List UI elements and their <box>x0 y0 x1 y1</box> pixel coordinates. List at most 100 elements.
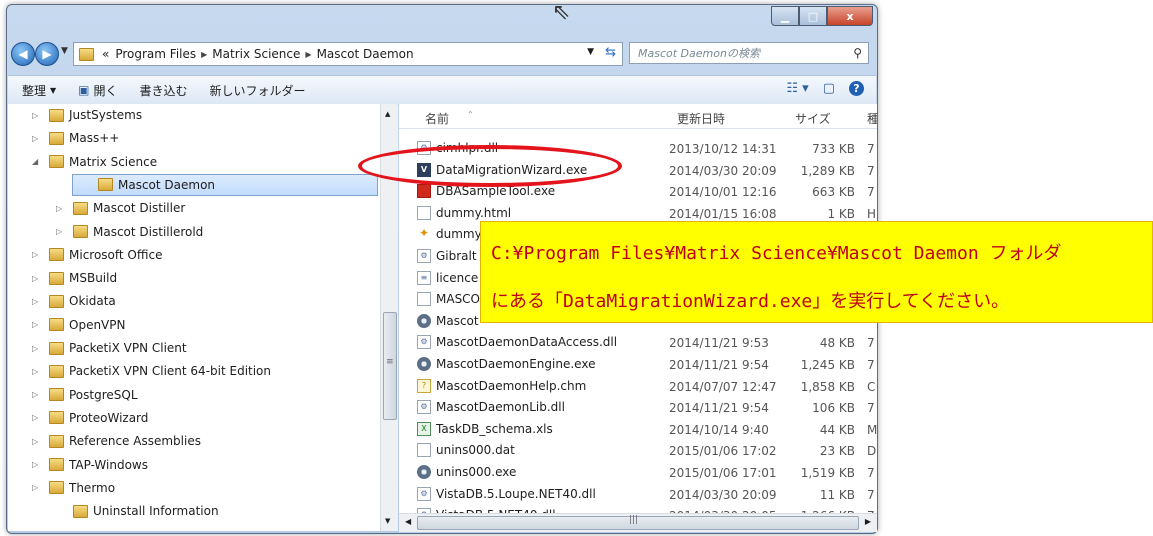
scroll-left-icon[interactable]: ◀ <box>405 517 411 526</box>
organize-button[interactable]: 整理 ▼ <box>22 82 56 99</box>
breadcrumb-program-files[interactable]: Program Files <box>115 47 196 61</box>
exe-red-icon <box>417 184 431 199</box>
close-button[interactable]: x <box>827 6 873 26</box>
tree-item[interactable]: ▷ Mascot Distiller <box>56 197 185 219</box>
tree-item[interactable]: ▷ Mass++ <box>32 127 119 149</box>
file-date: 2014/11/21 9:54 <box>669 358 769 372</box>
breadcrumb-overflow[interactable]: « <box>102 47 109 61</box>
open-button[interactable]: ▣ 開く <box>78 82 117 99</box>
address-dropdown-icon[interactable]: ▼ <box>587 47 594 57</box>
scroll-down-icon[interactable]: ▼ <box>385 517 390 525</box>
breadcrumb-mascot-daemon[interactable]: Mascot Daemon <box>317 47 414 61</box>
expand-icon[interactable]: ▷ <box>32 250 44 259</box>
preview-pane-icon[interactable]: ▢ <box>823 81 835 96</box>
expand-icon[interactable]: ▷ <box>32 344 44 353</box>
file-row[interactable]: unins000.dat 2015/01/06 17:02 23 KB D <box>399 440 877 462</box>
forward-button[interactable]: ▶ <box>35 42 59 66</box>
callout-line-2: にある「DataMigrationWizard.exe」を実行してください。 <box>491 291 1010 312</box>
expand-icon[interactable]: ▷ <box>56 227 68 236</box>
expand-icon[interactable]: ▷ <box>32 320 44 329</box>
expand-icon[interactable]: ▷ <box>32 437 44 446</box>
tree-item-label: TAP-Windows <box>69 457 148 472</box>
expand-icon[interactable]: ▷ <box>32 460 44 469</box>
mouse-cursor-icon: ⇖ <box>552 0 571 25</box>
file-name-cell: ⚙ MascotDaemonLib.dll <box>417 400 565 415</box>
expand-icon[interactable]: ▷ <box>56 204 68 213</box>
tree-item[interactable]: ▷ ProteoWizard <box>32 407 148 429</box>
tree-item[interactable]: Mascot Daemon <box>72 173 378 196</box>
column-name[interactable]: 名前 <box>425 110 449 127</box>
tree-item[interactable]: ▷ TAP-Windows <box>32 454 148 476</box>
file-size: 1,519 KB <box>800 466 855 480</box>
tree-item[interactable]: ▷ PostgreSQL <box>32 384 138 406</box>
callout-line-1: C:¥Program Files¥Matrix Science¥Mascot D… <box>491 243 1062 264</box>
column-size[interactable]: サイズ <box>795 110 831 127</box>
scroll-right-icon[interactable]: ▶ <box>865 517 871 526</box>
tree-item[interactable]: ▷ Okidata <box>32 290 116 312</box>
scroll-up-icon[interactable]: ▲ <box>385 110 390 118</box>
expand-icon[interactable]: ▷ <box>32 274 44 283</box>
file-row[interactable]: unins000.exe 2015/01/06 17:01 1,519 KB 7 <box>399 462 877 484</box>
file-list-hscrollbar[interactable]: ◀ ||| ▶ <box>399 513 877 532</box>
help-icon[interactable]: ? <box>849 81 864 96</box>
expanded-icon[interactable]: ◢ <box>32 157 44 166</box>
file-size: 48 KB <box>819 336 855 351</box>
tree-item-label: Reference Assemblies <box>69 434 201 449</box>
file-row[interactable]: ? MascotDaemonHelp.chm 2014/07/07 12:47 1,8… <box>399 376 877 398</box>
tree-item[interactable]: ▷ Microsoft Office <box>32 244 162 266</box>
chevron-right-icon[interactable]: ▶ <box>305 50 311 59</box>
column-date[interactable]: 更新日時 <box>677 110 725 127</box>
expand-icon[interactable]: ▷ <box>32 413 44 422</box>
tree-item[interactable]: ▷ Mascot Distillerold <box>56 221 203 243</box>
breadcrumb-matrix-science[interactable]: Matrix Science <box>212 47 300 61</box>
chevron-right-icon[interactable]: ▶ <box>201 50 207 59</box>
view-options-icon[interactable]: ☷ ▾ <box>786 81 808 96</box>
tree-item[interactable]: ▷ Thermo <box>32 477 115 499</box>
tree-item-label: PostgreSQL <box>69 387 138 402</box>
view-controls: ☷ ▾ ▢ ? <box>786 81 864 96</box>
new-folder-button[interactable]: 新しいフォルダー <box>210 82 306 99</box>
file-row[interactable]: MascotDaemonEngine.exe 2014/11/21 9:54 1,2… <box>399 354 877 376</box>
tree-item[interactable]: ▷ PacketiX VPN Client 64-bit Edition <box>32 360 271 382</box>
burn-button[interactable]: 書き込む <box>140 82 188 99</box>
tree-item[interactable]: ▷ MSBuild <box>32 267 117 289</box>
search-input[interactable]: Mascot Daemonの検索 ⚲ <box>629 42 869 64</box>
tree-item[interactable]: ▷ Reference Assemblies <box>32 430 201 452</box>
tree-item-label: OpenVPN <box>69 317 126 332</box>
address-bar[interactable]: « Program Files ▶ Matrix Science ▶ Masco… <box>73 42 623 66</box>
tree-item[interactable]: ▷ OpenVPN <box>32 314 125 336</box>
search-icon[interactable]: ⚲ <box>853 46 862 60</box>
file-row[interactable]: X TaskDB_schema.xls 2014/10/14 9:40 44 KB M <box>399 419 877 441</box>
maximize-button[interactable]: □ <box>799 6 827 26</box>
expand-icon[interactable]: ▷ <box>32 483 44 492</box>
expand-icon[interactable]: ▷ <box>32 134 44 143</box>
tree-item[interactable]: ▷ PacketiX VPN Client <box>32 337 187 359</box>
file-name-cell: MASCO <box>417 292 480 307</box>
file-row[interactable]: ⚙ MascotDaemonLib.dll 2014/11/21 9:54 106 K… <box>399 397 877 419</box>
refresh-icon[interactable]: ⇆ <box>605 45 616 60</box>
expand-icon[interactable]: ▷ <box>32 367 44 376</box>
recent-pages-dropdown[interactable]: ▼ <box>61 46 68 56</box>
back-button[interactable]: ◀ <box>11 42 35 66</box>
folder-icon <box>49 411 64 425</box>
expand-icon[interactable]: ▷ <box>32 390 44 399</box>
minimize-button[interactable]: ▁ <box>771 6 799 26</box>
folder-icon <box>49 294 64 308</box>
file-name: dummy <box>436 227 482 242</box>
tree-item[interactable]: Uninstall Information <box>56 500 219 522</box>
grip-icon: ||| <box>629 515 639 525</box>
file-size: 44 KB <box>819 422 855 437</box>
expand-icon[interactable]: ▷ <box>32 111 44 120</box>
file-row[interactable]: ⚙ MascotDaemonDataAccess.dll 2014/11/21 9:… <box>399 332 877 354</box>
file-date: 2014/01/15 16:08 <box>669 206 777 221</box>
file-row[interactable]: ⚙ VistaDB.5.Loupe.NET40.dll 2014/03/30 20:… <box>399 484 877 506</box>
file-type: 7 <box>867 336 875 351</box>
column-type[interactable]: 種 <box>867 110 877 127</box>
tree-item-label: PacketiX VPN Client 64-bit Edition <box>69 364 272 379</box>
tree-item[interactable]: ▷ JustSystems <box>32 104 142 126</box>
folder-icon <box>73 225 88 238</box>
tree-item-label: Uninstall Information <box>93 504 219 519</box>
folder-icon <box>79 47 94 61</box>
tree-item[interactable]: ◢ Matrix Science <box>32 151 157 173</box>
expand-icon[interactable]: ▷ <box>32 297 44 306</box>
